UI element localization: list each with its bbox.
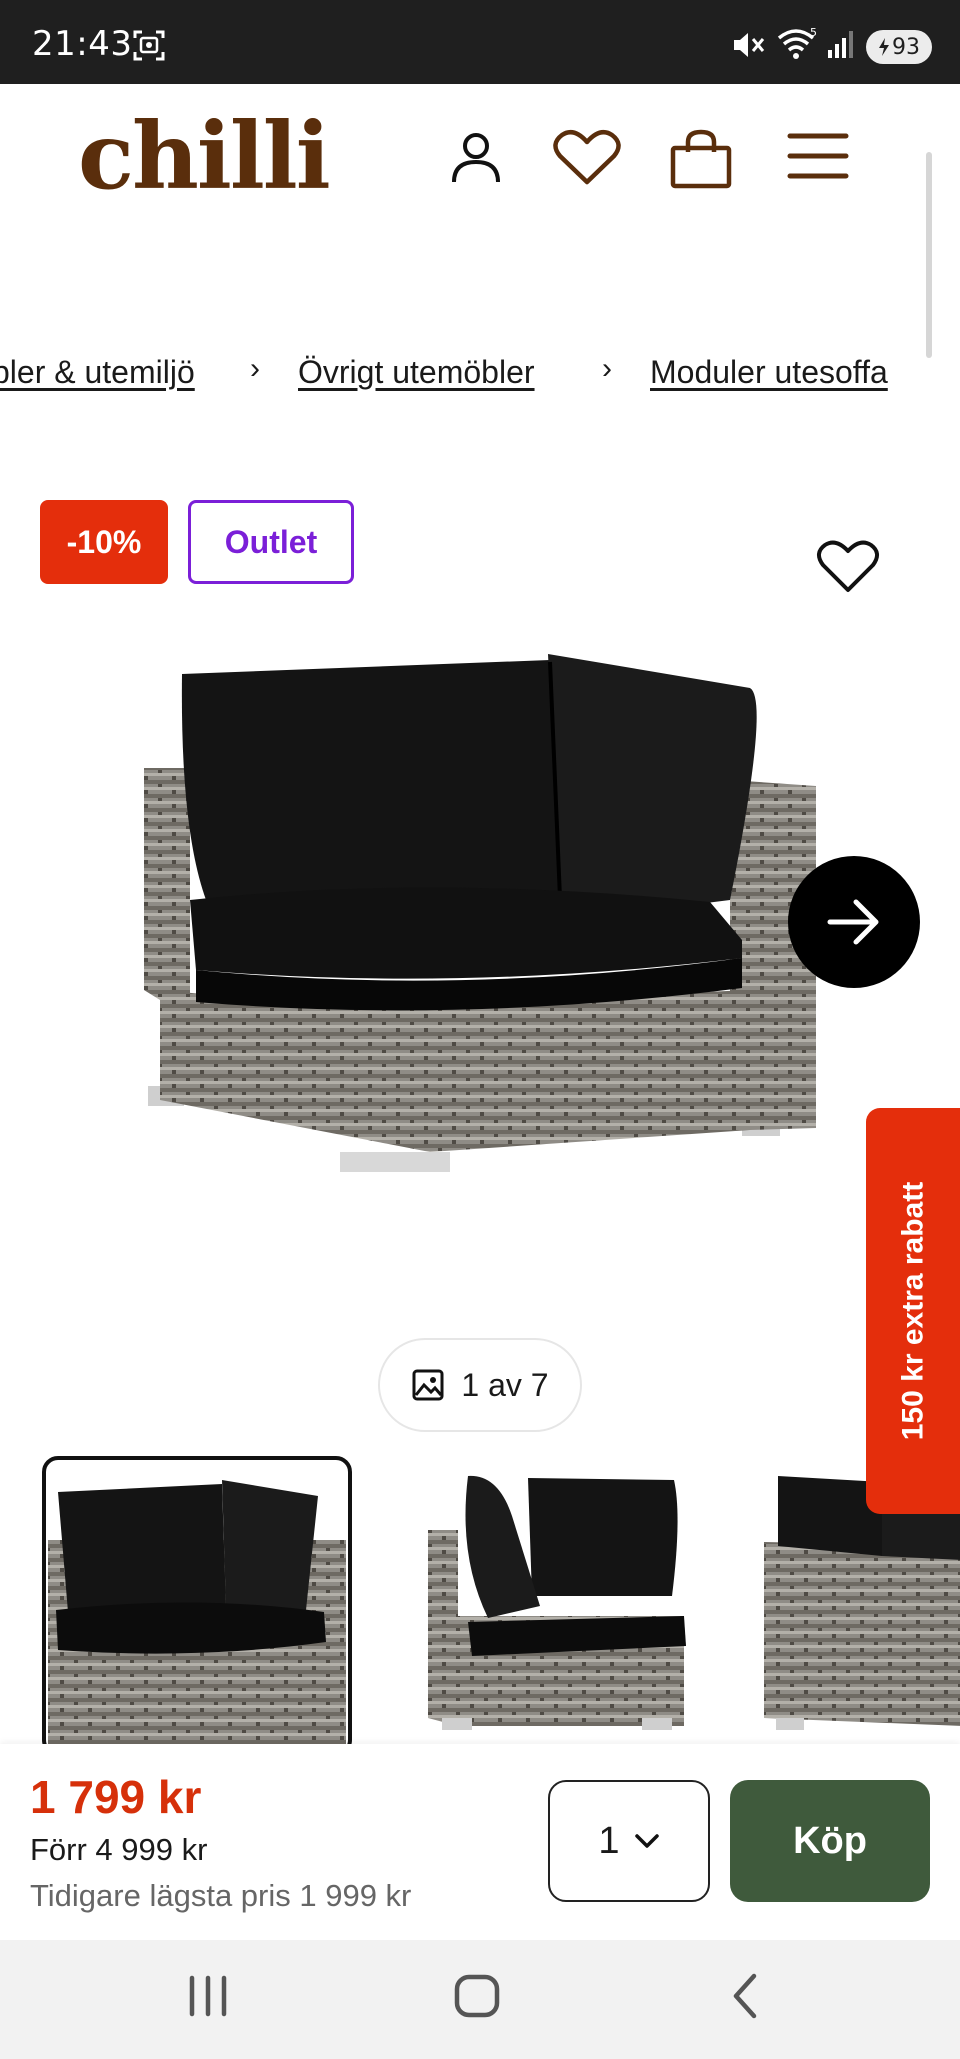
breadcrumb-separator: › (250, 354, 260, 385)
status-time: 21:43 (32, 24, 133, 64)
arrow-right-icon (827, 899, 879, 945)
wishlist-heart-icon[interactable] (816, 538, 880, 601)
mute-icon (730, 28, 766, 67)
product-main-image[interactable] (130, 640, 830, 1200)
previous-price: Förr 4 999 kr (30, 1832, 208, 1867)
quantity-value: 1 (598, 1819, 620, 1862)
recents-icon[interactable] (186, 1970, 230, 2027)
home-icon[interactable] (452, 1970, 502, 2027)
heart-icon[interactable] (552, 128, 622, 193)
quantity-select[interactable]: 1 (548, 1780, 710, 1902)
thumbnail-strip (0, 1456, 960, 1744)
chilli-logo[interactable]: chilli (78, 110, 331, 202)
chevron-down-icon (634, 1834, 659, 1848)
image-counter-text: 1 av 7 (461, 1366, 549, 1403)
cart-icon[interactable] (668, 128, 734, 195)
thumbnail-2[interactable] (428, 1456, 738, 1744)
image-icon (412, 1369, 444, 1401)
scroll-indicator (926, 152, 932, 358)
battery-level: 93 (892, 34, 920, 60)
discount-badge: -10% (40, 500, 168, 584)
status-bar: 21:43 5 93 (0, 0, 960, 84)
back-icon[interactable] (726, 1970, 766, 2027)
screenshot-icon (132, 28, 166, 67)
extra-discount-tab[interactable]: 150 kr extra rabatt (866, 1108, 960, 1514)
breadcrumb-separator: › (602, 354, 612, 385)
buy-button[interactable]: Köp (730, 1780, 930, 1902)
signal-icon (826, 28, 858, 65)
wifi-icon: 5 (776, 26, 820, 67)
account-icon[interactable] (448, 128, 504, 193)
buy-bar: 1 799 kr Förr 4 999 kr Tidigare lägsta p… (0, 1744, 960, 1940)
next-image-button[interactable] (788, 856, 920, 988)
svg-text:5: 5 (810, 26, 817, 39)
thumbnail-1[interactable] (42, 1456, 352, 1744)
battery-icon: 93 (866, 30, 932, 64)
extra-discount-label: 150 kr extra rabatt (896, 1181, 929, 1441)
breadcrumb-item-moduler[interactable]: Moduler utesoffa (650, 354, 888, 391)
lowest-price: Tidigare lägsta pris 1 999 kr (30, 1878, 412, 1913)
current-price: 1 799 kr (30, 1771, 202, 1823)
outlet-badge: Outlet (188, 500, 354, 584)
breadcrumb-item-utemobler[interactable]: bler & utemiljö (0, 354, 195, 391)
image-counter: 1 av 7 (378, 1338, 582, 1432)
menu-icon[interactable] (786, 128, 850, 189)
breadcrumb-item-ovrigt[interactable]: Övrigt utemöbler (298, 354, 535, 391)
site-header: chilli (0, 84, 960, 234)
breadcrumb: bler & utemiljö › Övrigt utemöbler › Mod… (0, 354, 960, 398)
system-nav-bar (0, 1940, 960, 2059)
